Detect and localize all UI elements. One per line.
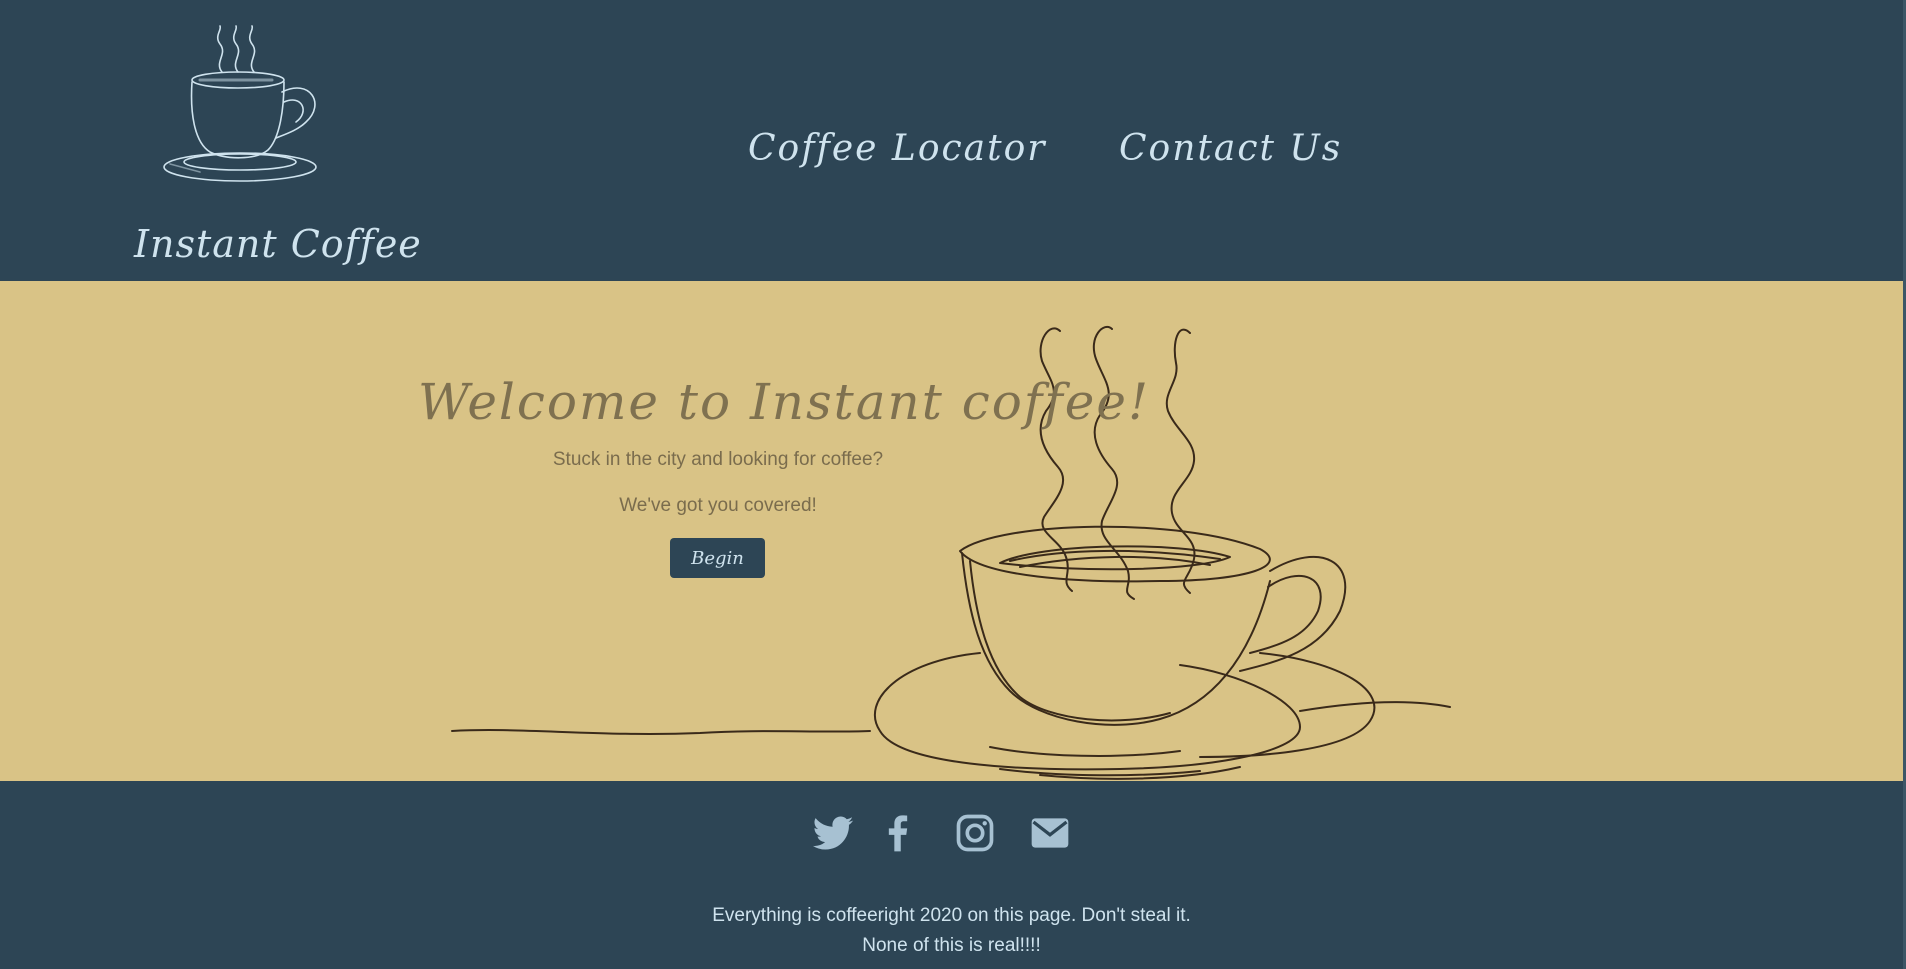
instagram-icon[interactable] — [953, 811, 997, 855]
coffee-cup-illustration — [451, 326, 1451, 780]
hero-section: Welcome to Instant coffee! Stuck in the … — [0, 281, 1903, 781]
nav-coffee-locator[interactable]: Coffee Locator — [748, 128, 1046, 169]
begin-button[interactable]: Begin — [670, 538, 765, 578]
disclaimer-text: None of this is real!!!! — [862, 935, 1041, 956]
nav-contact-us[interactable]: Contact Us — [1119, 128, 1342, 169]
coffee-cup-logo[interactable] — [160, 22, 332, 194]
hero-title: Welcome to Instant coffee! — [418, 373, 1151, 431]
hero-subtitle: Stuck in the city and looking for coffee… — [552, 449, 884, 470]
site-footer: Everything is coffeeright 2020 on this p… — [0, 781, 1903, 969]
twitter-icon[interactable] — [811, 811, 855, 855]
hero-tagline: We've got you covered! — [619, 495, 817, 516]
site-header: Instant Coffee Coffee Locator Contact Us — [0, 0, 1903, 281]
email-icon[interactable] — [1028, 811, 1072, 855]
copyright-text: Everything is coffeeright 2020 on this p… — [712, 905, 1191, 926]
facebook-icon[interactable] — [876, 811, 920, 855]
brand-name[interactable]: Instant Coffee — [134, 222, 421, 266]
